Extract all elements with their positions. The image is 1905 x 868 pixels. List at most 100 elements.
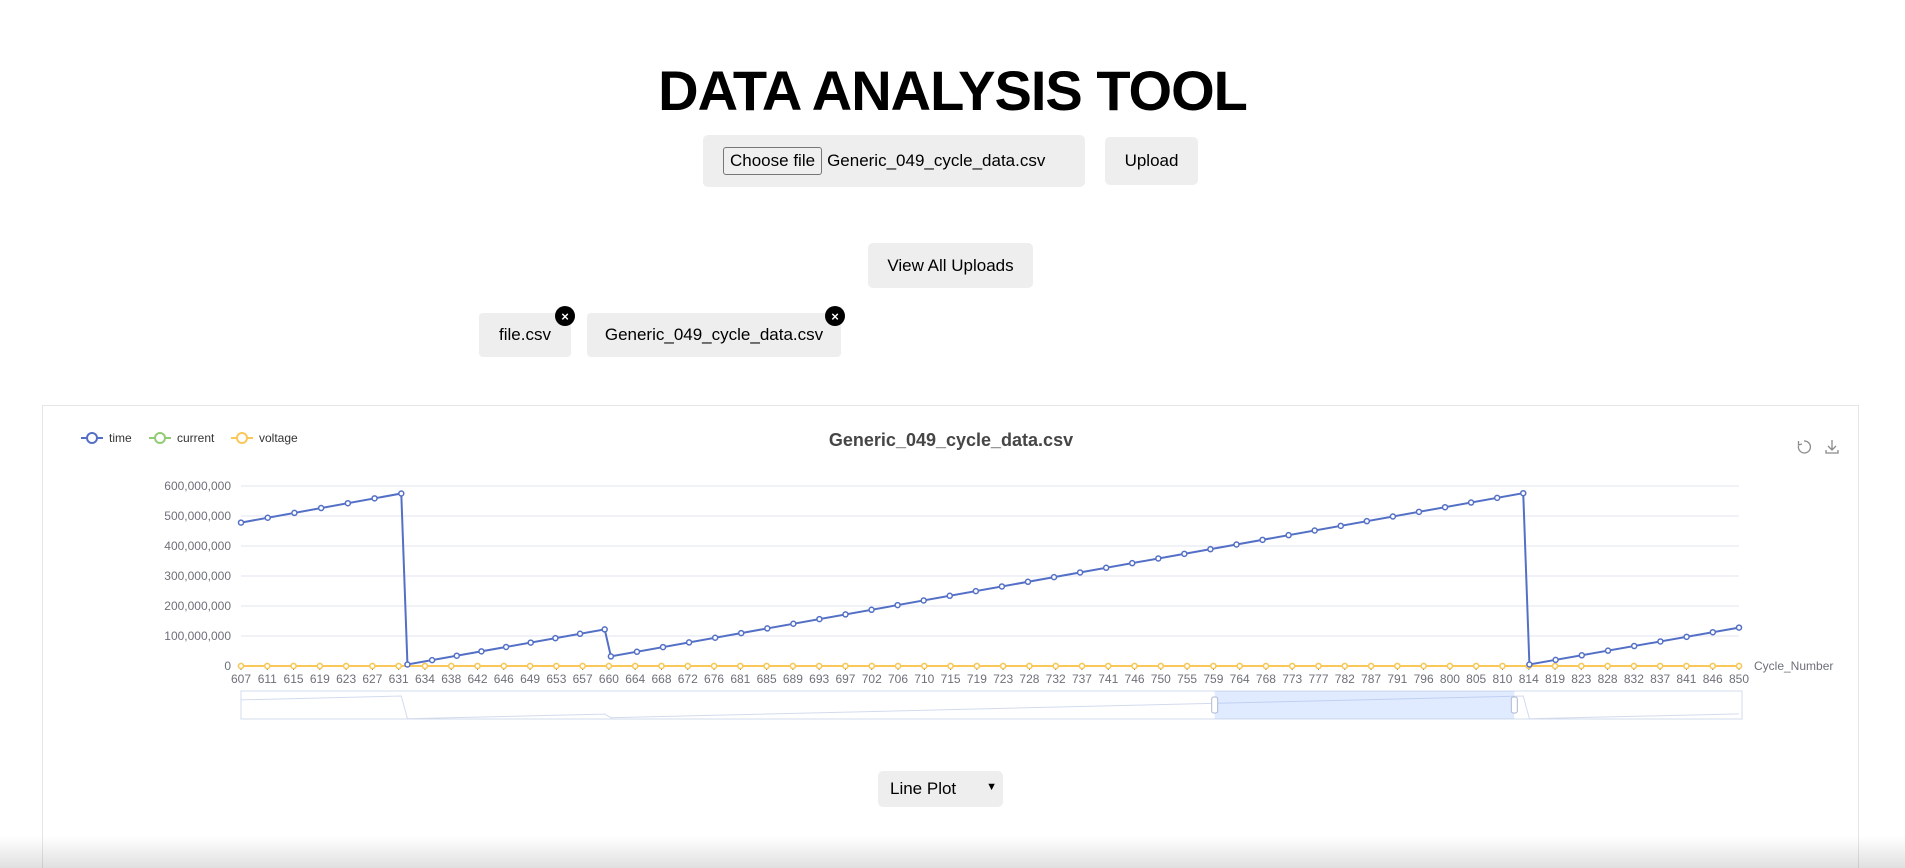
data-point bbox=[447, 662, 455, 670]
data-point bbox=[1315, 662, 1322, 670]
x-tick-label: 706 bbox=[888, 672, 908, 686]
x-tick-label: 668 bbox=[651, 672, 671, 686]
data-point bbox=[1493, 494, 1501, 502]
chart-legend[interactable]: time current voltage bbox=[81, 431, 298, 445]
data-point bbox=[552, 634, 559, 642]
x-tick-label: 693 bbox=[809, 672, 829, 686]
legend-item-voltage[interactable]: voltage bbox=[231, 431, 298, 445]
data-point bbox=[947, 662, 954, 670]
y-tick-label: 600,000,000 bbox=[164, 479, 231, 493]
legend-label: voltage bbox=[259, 431, 298, 445]
data-point bbox=[1735, 662, 1743, 670]
close-icon[interactable]: × bbox=[555, 306, 575, 326]
close-icon[interactable]: × bbox=[825, 306, 845, 326]
x-tick-label: 832 bbox=[1624, 672, 1644, 686]
y-tick-label: 100,000,000 bbox=[164, 629, 231, 643]
x-tick-label: 681 bbox=[730, 672, 750, 686]
data-point bbox=[1363, 517, 1371, 525]
refresh-icon[interactable] bbox=[1797, 440, 1812, 454]
data-point bbox=[946, 592, 954, 600]
view-all-uploads-button[interactable]: View All Uploads bbox=[868, 243, 1033, 288]
data-point bbox=[264, 662, 271, 670]
data-point bbox=[1026, 662, 1033, 670]
legend-item-current[interactable]: current bbox=[149, 431, 215, 445]
zoom-window[interactable] bbox=[1214, 691, 1515, 719]
x-tick-label: 611 bbox=[258, 672, 277, 686]
x-tick-label: 719 bbox=[967, 672, 987, 686]
download-icon[interactable] bbox=[1825, 440, 1839, 454]
data-point bbox=[526, 662, 534, 670]
x-tick-label: 759 bbox=[1203, 672, 1223, 686]
x-tick-label: 676 bbox=[704, 672, 724, 686]
data-point bbox=[1394, 662, 1401, 670]
data-point bbox=[1367, 662, 1375, 670]
zoom-handle-right[interactable] bbox=[1510, 696, 1518, 714]
data-zoom-slider[interactable] bbox=[240, 690, 1743, 720]
data-point bbox=[789, 662, 797, 670]
data-point bbox=[737, 662, 744, 670]
x-tick-label: 768 bbox=[1256, 672, 1276, 686]
y-tick-label: 0 bbox=[224, 659, 231, 673]
data-point bbox=[920, 597, 927, 604]
data-point bbox=[1415, 508, 1423, 516]
data-point bbox=[1128, 559, 1136, 567]
x-tick-label: 689 bbox=[783, 672, 803, 686]
data-point bbox=[1207, 545, 1214, 553]
data-point bbox=[576, 630, 584, 638]
data-point bbox=[711, 634, 719, 641]
data-point bbox=[1183, 662, 1191, 670]
data-point bbox=[685, 639, 693, 646]
data-point bbox=[264, 514, 271, 521]
data-point bbox=[1526, 661, 1533, 668]
x-tick-label: 664 bbox=[625, 672, 645, 686]
data-point bbox=[1578, 662, 1585, 670]
zoom-handle-left[interactable] bbox=[1211, 696, 1219, 714]
data-point bbox=[478, 648, 485, 655]
x-tick-label: 810 bbox=[1492, 672, 1512, 686]
data-point bbox=[1157, 662, 1165, 670]
selected-file-name: Generic_049_cycle_data.csv bbox=[827, 151, 1046, 170]
x-tick-label: 737 bbox=[1072, 672, 1092, 686]
data-point bbox=[1285, 531, 1292, 539]
data-point bbox=[1420, 662, 1427, 670]
x-tick-label: 837 bbox=[1650, 672, 1670, 686]
data-point bbox=[1604, 647, 1612, 654]
legend-item-time[interactable]: time bbox=[81, 431, 132, 445]
x-tick-label: 627 bbox=[362, 672, 382, 686]
series-line-time bbox=[240, 492, 1740, 666]
file-chip-label: file.csv bbox=[499, 325, 551, 344]
file-chip[interactable]: file.csv × bbox=[479, 306, 575, 357]
data-point bbox=[1389, 513, 1397, 520]
chevron-down-icon: ▼ bbox=[986, 781, 997, 793]
file-chip[interactable]: Generic_049_cycle_data.csv × bbox=[587, 306, 845, 357]
chart-title: Generic_049_cycle_data.csv bbox=[829, 430, 1073, 450]
legend-label: time bbox=[109, 431, 132, 445]
data-point bbox=[1236, 662, 1243, 670]
data-point bbox=[1311, 527, 1318, 534]
data-point bbox=[1052, 662, 1059, 670]
choose-file-button[interactable]: Choose file bbox=[723, 147, 823, 175]
data-point bbox=[659, 643, 667, 651]
data-point bbox=[1656, 662, 1664, 670]
data-point bbox=[998, 583, 1006, 590]
plot-type-value: Line Plot bbox=[890, 779, 957, 798]
data-point bbox=[684, 662, 692, 670]
data-point bbox=[894, 662, 902, 670]
legend-marker bbox=[236, 432, 248, 444]
data-point bbox=[237, 519, 245, 526]
x-tick-label: 746 bbox=[1125, 672, 1145, 686]
x-tick-label: 615 bbox=[284, 672, 304, 686]
x-tick-label: 741 bbox=[1098, 672, 1118, 686]
data-point bbox=[369, 662, 376, 670]
upload-button[interactable]: Upload bbox=[1105, 137, 1198, 185]
data-point bbox=[842, 611, 849, 618]
x-tick-label: 819 bbox=[1545, 672, 1565, 686]
data-point bbox=[842, 662, 849, 670]
data-point bbox=[579, 662, 586, 670]
data-point bbox=[710, 662, 718, 670]
x-tick-label: 823 bbox=[1571, 672, 1591, 686]
file-input-box: Choose file Generic_049_cycle_data.csv bbox=[703, 135, 1085, 187]
x-tick-label: 685 bbox=[757, 672, 777, 686]
plot-type-select[interactable]: Line Plot ▼ bbox=[878, 771, 1003, 807]
x-tick-label: 619 bbox=[310, 672, 330, 686]
